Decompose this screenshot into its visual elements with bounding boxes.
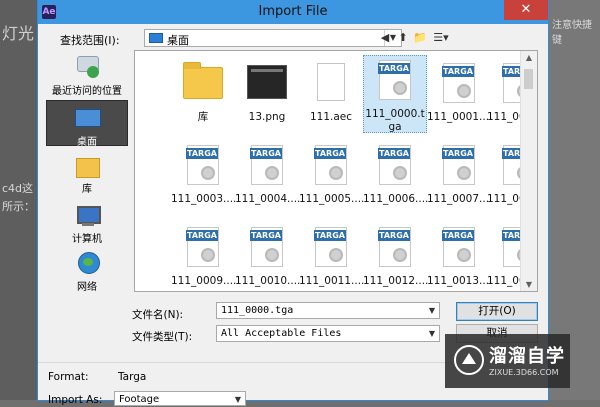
file-item-targa[interactable]: TARGA 111_0005....: [299, 141, 365, 219]
file-item-targa[interactable]: TARGA 111_0011....: [299, 223, 365, 291]
watermark-url: ZIXUE.3D66.COM: [489, 368, 559, 377]
desktop-icon: [73, 105, 101, 131]
watermark-logo-icon: [454, 345, 484, 375]
recent-places-icon: [73, 54, 101, 80]
place-network[interactable]: 网络: [46, 250, 128, 294]
file-name: 111_0013....: [427, 275, 493, 287]
file-item-targa[interactable]: TARGA 111_0004....: [235, 141, 301, 219]
file-name: 库: [197, 111, 209, 123]
file-item-aec[interactable]: 111.aec: [299, 59, 363, 137]
document-icon: [317, 63, 345, 101]
file-item-targa[interactable]: TARGA 111_0012....: [363, 223, 429, 291]
background-text: 所示：: [2, 200, 35, 213]
background-text: 注意快捷键: [552, 20, 592, 46]
import-as-dropdown[interactable]: Footage ▼: [114, 391, 246, 406]
scroll-thumb[interactable]: [524, 69, 533, 89]
targa-file-icon: TARGA: [186, 145, 219, 185]
file-name: 111_0004....: [235, 193, 301, 205]
file-name: 111_0000.tga: [365, 108, 425, 133]
file-item-library-folder[interactable]: 库: [171, 59, 235, 137]
library-icon: [73, 152, 101, 178]
folder-icon: [183, 62, 223, 99]
look-in-value: 桌面: [167, 34, 189, 47]
file-list[interactable]: 库 13.png 111.aec TARGA 111_0000.tga TARG…: [134, 50, 538, 292]
file-item-targa[interactable]: TARGA 111_0006....: [363, 141, 429, 219]
chevron-down-icon[interactable]: ▼: [425, 326, 439, 341]
file-name: 111_0006....: [363, 193, 429, 205]
close-button[interactable]: ✕: [504, 0, 548, 20]
targa-file-icon: TARGA: [250, 227, 283, 267]
file-item-targa[interactable]: TARGA 111_0001....: [427, 59, 493, 137]
up-folder-button[interactable]: ⬆: [396, 30, 410, 46]
new-folder-button[interactable]: 📁: [412, 30, 428, 46]
targa-file-icon: TARGA: [378, 60, 411, 100]
place-recent[interactable]: 最近访问的位置: [46, 54, 128, 98]
file-item-targa[interactable]: TARGA 111_0009....: [171, 223, 237, 291]
watermark-name: 溜溜自学: [489, 346, 565, 367]
import-as-label: Import As:: [48, 394, 103, 406]
file-name: 111_0010....: [235, 275, 301, 287]
back-button[interactable]: ◀: [378, 30, 392, 46]
file-name: 13.png: [248, 111, 286, 123]
place-label: 计算机: [72, 234, 102, 245]
background-heading: 灯光: [2, 24, 35, 43]
targa-file-icon: TARGA: [378, 145, 411, 185]
file-item-targa[interactable]: TARGA 111_0003....: [171, 141, 237, 219]
dialog-titlebar[interactable]: Ae Import File ✕: [38, 0, 548, 24]
file-item-targa[interactable]: TARGA 111_0013....: [427, 223, 493, 291]
network-icon: [73, 250, 101, 276]
file-name: 111_0009....: [171, 275, 237, 287]
format-value: Targa: [118, 371, 147, 383]
scroll-up-icon[interactable]: ▲: [521, 53, 537, 62]
targa-file-icon: TARGA: [314, 227, 347, 267]
targa-file-icon: TARGA: [378, 227, 411, 267]
place-computer[interactable]: 计算机: [46, 202, 128, 246]
chevron-down-icon[interactable]: ▼: [425, 303, 439, 318]
background-text: c4d这: [2, 182, 34, 195]
file-name: 111_0011....: [299, 275, 365, 287]
image-thumbnail: [247, 65, 287, 99]
open-button[interactable]: 打开(O): [456, 302, 538, 321]
place-library[interactable]: 库: [46, 152, 128, 196]
place-label: 库: [82, 184, 92, 195]
filename-field[interactable]: 111_0000.tga ▼: [216, 302, 440, 319]
vertical-scrollbar[interactable]: ▲ ▼: [520, 51, 537, 291]
file-name: 111_0012....: [363, 275, 429, 287]
desktop-folder-icon: [149, 33, 163, 43]
dialog-title: Import File: [258, 4, 328, 19]
place-label: 桌面: [77, 137, 97, 148]
file-item-targa[interactable]: TARGA 111_0007....: [427, 141, 493, 219]
filetype-dropdown[interactable]: All Acceptable Files ▼: [216, 325, 440, 342]
filetype-value: All Acceptable Files: [221, 328, 342, 339]
file-name: 111_0003....: [171, 193, 237, 205]
look-in-dropdown[interactable]: 桌面 ▼: [144, 29, 402, 47]
file-name: 111_0005....: [299, 193, 365, 205]
computer-icon: [73, 202, 101, 228]
watermark: 溜溜自学 ZIXUE.3D66.COM: [445, 334, 570, 388]
file-name: 111_0001....: [427, 111, 493, 123]
filetype-label: 文件类型(T):: [132, 331, 193, 343]
targa-file-icon: TARGA: [314, 145, 347, 185]
filename-label: 文件名(N):: [132, 309, 184, 321]
file-name: 111.aec: [309, 111, 353, 123]
filename-value: 111_0000.tga: [221, 305, 294, 316]
targa-file-icon: TARGA: [250, 145, 283, 185]
targa-file-icon: TARGA: [186, 227, 219, 267]
format-label: Format:: [48, 371, 89, 383]
file-name: 111_0007....: [427, 193, 493, 205]
view-menu-button[interactable]: ☰▾: [430, 30, 452, 46]
file-item-targa-selected[interactable]: TARGA 111_0000.tga: [363, 55, 427, 133]
targa-file-icon: TARGA: [442, 63, 475, 103]
file-item-targa[interactable]: TARGA 111_0010....: [235, 223, 301, 291]
targa-file-icon: TARGA: [442, 227, 475, 267]
file-item-png[interactable]: 13.png: [235, 59, 299, 137]
look-in-label: 查找范围(I):: [60, 34, 120, 47]
targa-file-icon: TARGA: [442, 145, 475, 185]
place-label: 网络: [77, 282, 97, 293]
scroll-down-icon[interactable]: ▼: [521, 280, 537, 289]
place-label: 最近访问的位置: [52, 86, 122, 97]
places-bar: 最近访问的位置 桌面 库 计算机 网络: [46, 54, 128, 298]
place-desktop[interactable]: 桌面: [46, 100, 128, 148]
